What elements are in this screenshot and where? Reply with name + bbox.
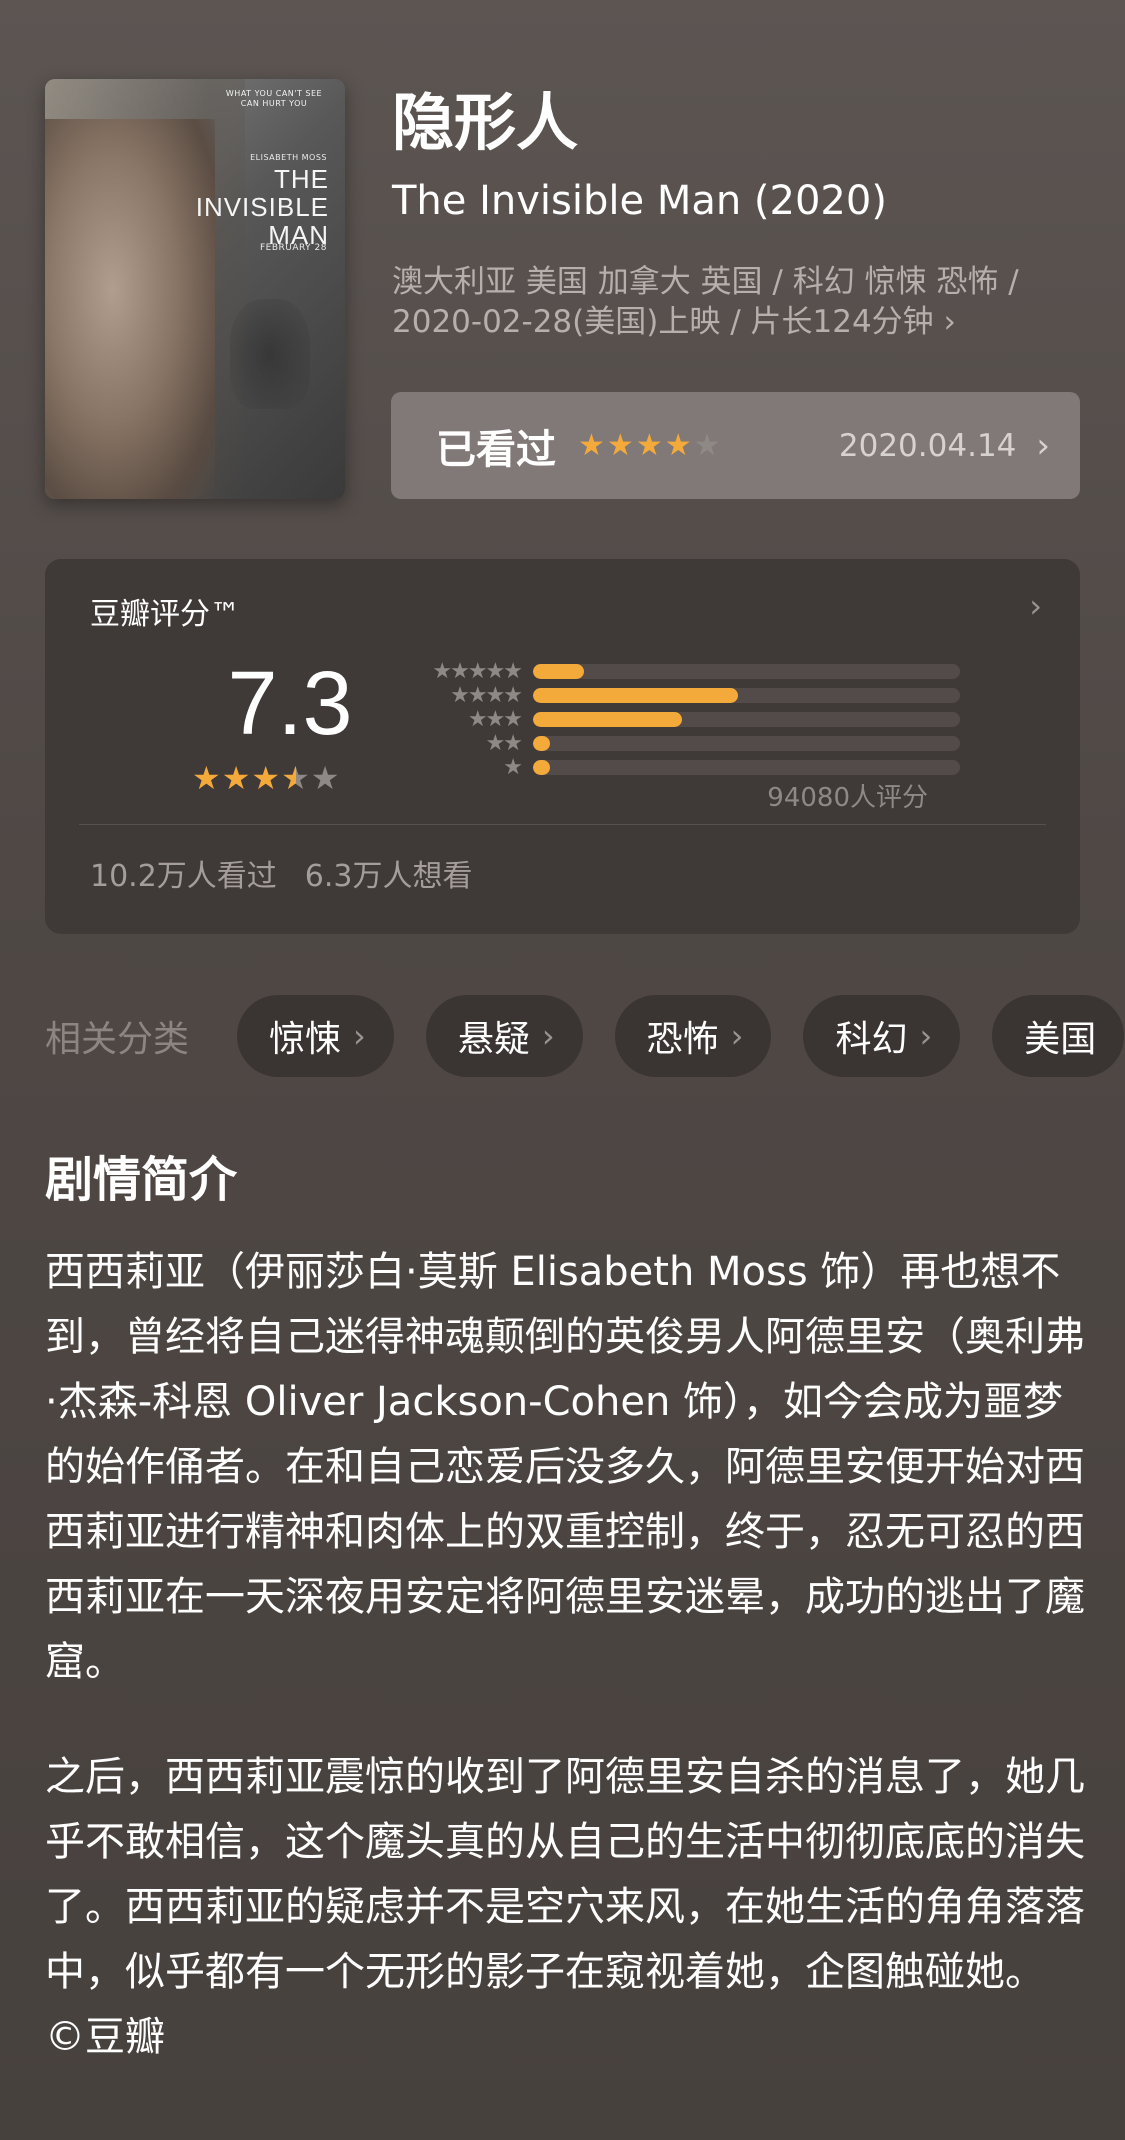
audience-stats: 10.2万人看过 6.3万人想看 (90, 851, 473, 895)
douban-rating-card[interactable]: 豆瓣评分™ › 7.3 ★★★★★ ★★★★★ ★★★★ ★★★ ★★ ★ 94080人… (45, 559, 1080, 934)
poster-title: THE INVISIBLE MAN (195, 164, 329, 250)
poster-handprint-image (230, 299, 310, 409)
distribution-bar-fill (533, 711, 683, 727)
watched-status-button[interactable]: 已看过 ★★★★★ 2020.04.14 › (391, 392, 1080, 499)
star-full-icon: ★ (192, 759, 222, 797)
star-full-icon: ★ (221, 759, 252, 797)
chevron-right-icon: › (541, 1017, 555, 1055)
chevron-right-icon: › (919, 1017, 933, 1055)
star-full-icon: ★ (251, 759, 282, 797)
distribution-stars-icon: ★★ (485, 730, 523, 756)
watched-label: 已看过 (436, 426, 556, 473)
watched-count: 10.2万人看过 (90, 859, 277, 894)
movie-poster[interactable]: WHAT YOU CAN'T SEE CAN HURT YOU ELISABET… (45, 79, 345, 499)
distribution-bar-track (533, 687, 960, 703)
related-tag-chip[interactable]: 惊悚 › (237, 995, 394, 1077)
synopsis-title: 剧情简介 (45, 1152, 238, 1208)
distribution-stars-icon: ★ (503, 754, 523, 780)
related-tag-chip[interactable]: 悬疑 › (425, 995, 583, 1077)
synopsis-paragraph-1: 西西莉亚（伊丽莎白·莫斯 Elisabeth Moss 饰）再也想不到，曾经将自… (45, 1249, 1085, 1685)
movie-title-en: The Invisible Man (2020) (392, 178, 887, 224)
distribution-row-2: ★★ (383, 730, 983, 756)
distribution-bar-fill (533, 735, 551, 751)
rating-stars: ★★★★★ (192, 759, 340, 797)
poster-tagline: WHAT YOU CAN'T SEE CAN HURT YOU (225, 89, 323, 108)
poster-date: FEBRUARY 28 (259, 243, 327, 253)
related-tag-chip[interactable]: 恐怖 › (614, 995, 772, 1077)
distribution-row-1: ★ (383, 754, 983, 780)
star-empty-icon: ★ (693, 428, 723, 463)
chevron-right-icon: › (1036, 425, 1050, 466)
chevron-right-icon: › (943, 304, 956, 340)
related-tag-chip[interactable]: 美国 (992, 995, 1125, 1077)
star-half-icon: ★ (281, 759, 311, 797)
distribution-stars-icon: ★★★★★ (432, 658, 523, 684)
star-full-icon: ★ (635, 428, 665, 463)
chevron-right-icon: › (1029, 587, 1042, 625)
star-full-icon: ★ (606, 428, 636, 463)
synopsis-paragraph-2: 之后，西西莉亚震惊的收到了阿德里安自杀的消息了，她几乎不敢相信，这个魔头真的从自… (45, 1754, 1085, 2060)
rating-distribution: ★★★★★ ★★★★ ★★★ ★★ ★ (383, 658, 983, 780)
related-tag-label: 悬疑 (457, 1019, 530, 1060)
distribution-bar-fill (533, 663, 585, 679)
related-tag-chip[interactable]: 科幻 › (803, 995, 961, 1077)
related-categories-list: 惊悚 › 悬疑 › 恐怖 › 科幻 › 美国 (237, 995, 1125, 1077)
distribution-bar-track (533, 711, 960, 727)
distribution-bar-track (533, 759, 960, 775)
related-tag-label: 科幻 (835, 1019, 908, 1060)
distribution-bar-track (533, 735, 960, 751)
rating-score: 7.3 (227, 654, 353, 754)
want-count: 6.3万人想看 (304, 859, 473, 894)
distribution-bar-track (533, 663, 960, 679)
related-categories-label: 相关分类 (45, 1019, 190, 1060)
meta-line-1: 澳大利亚 美国 加拿大 英国 / 科幻 惊悚 恐怖 / (392, 264, 1019, 300)
related-tag-label: 惊悚 (269, 1019, 342, 1060)
rating-title: 豆瓣评分™ (90, 597, 240, 632)
distribution-row-3: ★★★ (383, 706, 983, 732)
meta-line-2: 2020-02-28(美国)上映 / 片长124分钟 › (392, 302, 1092, 342)
watched-date: 2020.04.14 (838, 427, 1017, 464)
chevron-right-icon: › (353, 1017, 366, 1055)
movie-title-cn: 隐形人 (392, 86, 579, 159)
star-full-icon: ★ (578, 428, 607, 463)
poster-actor: ELISABETH MOSS (250, 153, 327, 162)
distribution-stars-icon: ★★★★ (450, 682, 523, 708)
related-tag-label: 恐怖 (646, 1019, 719, 1060)
meta-line-2-text: 2020-02-28(美国)上映 / 片长124分钟 (392, 304, 934, 340)
related-tag-label: 美国 (1024, 1019, 1097, 1060)
distribution-row-4: ★★★★ (383, 682, 983, 708)
movie-meta[interactable]: 澳大利亚 美国 加拿大 英国 / 科幻 惊悚 恐怖 / 2020-02-28(美… (392, 262, 1092, 342)
divider (79, 824, 1046, 825)
distribution-bar-fill (533, 687, 738, 703)
synopsis-body: 西西莉亚（伊丽莎白·莫斯 Elisabeth Moss 饰）再也想不到，曾经将自… (45, 1240, 1085, 2070)
user-rating-stars: ★★★★★ (578, 428, 723, 463)
star-full-icon: ★ (664, 428, 694, 463)
chevron-right-icon: › (730, 1017, 744, 1055)
distribution-bar-fill (533, 759, 551, 775)
star-empty-icon: ★ (310, 759, 341, 797)
rating-count: 94080人评分 (767, 783, 928, 813)
distribution-stars-icon: ★★★ (467, 706, 523, 732)
distribution-row-5: ★★★★★ (383, 658, 983, 684)
